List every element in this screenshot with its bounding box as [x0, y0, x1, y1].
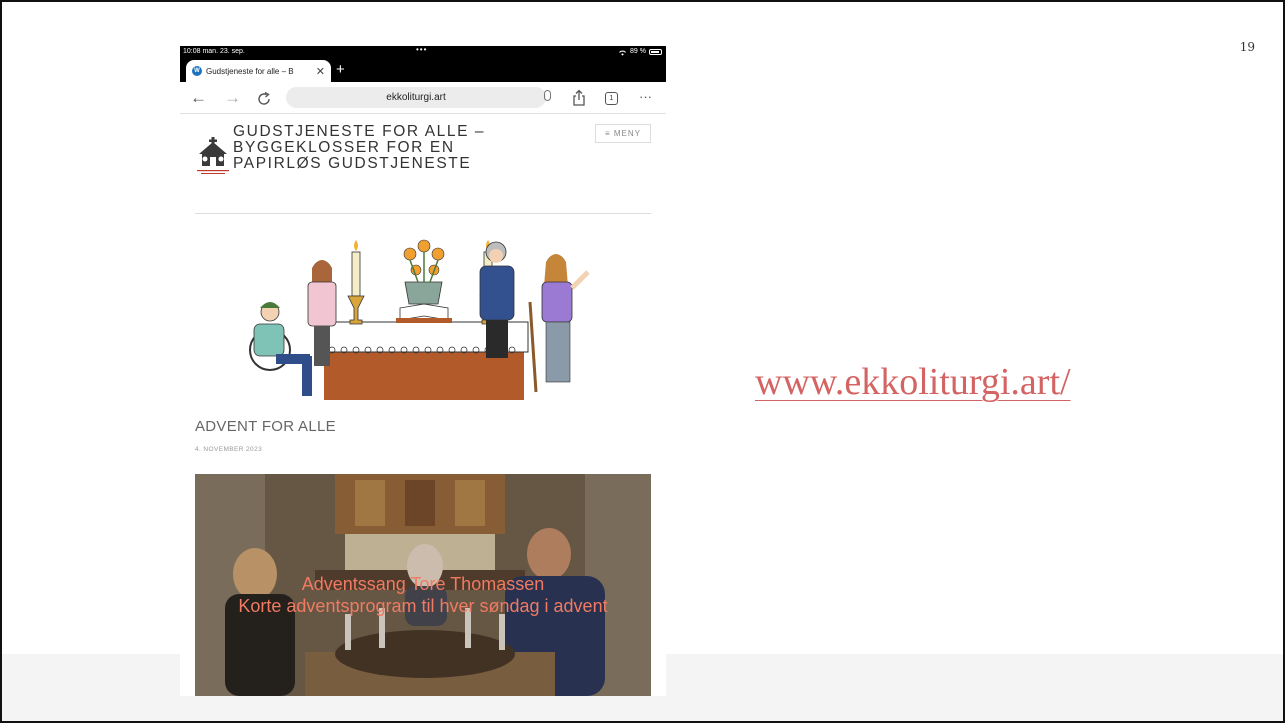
new-tab-button[interactable]: +: [336, 61, 345, 78]
battery-percent: 89 %: [630, 48, 646, 55]
microphone-icon[interactable]: [544, 90, 551, 101]
post-date: 4. NOVEMBER 2023: [195, 446, 263, 453]
reload-icon[interactable]: [256, 91, 272, 107]
hero-illustration: [249, 239, 590, 400]
browser-tab[interactable]: W Gudstjeneste for alle – B ✕: [186, 60, 331, 82]
wordpress-icon: W: [192, 66, 202, 76]
ipad-screenshot: 10:08 man. 23. sep. ••• 89 % W Gudstjene…: [180, 46, 666, 696]
slide-number: 19: [1239, 40, 1255, 54]
slide: 19 www.ekkoliturgi.art/ 10:08 man. 23. s…: [0, 0, 1285, 723]
address-bar[interactable]: ekkoliturgi.art: [286, 87, 546, 108]
wifi-icon: [619, 50, 626, 56]
share-icon[interactable]: [572, 89, 586, 107]
site-header: GUDSTJENESTE FOR ALLE – BYGGEKLOSSER FOR…: [195, 124, 651, 214]
site-title[interactable]: GUDSTJENESTE FOR ALLE – BYGGEKLOSSER FOR…: [233, 124, 533, 172]
tab-title: Gudstjeneste for alle – B: [206, 66, 294, 76]
website-link[interactable]: www.ekkoliturgi.art/: [755, 360, 1071, 404]
status-bar: 10:08 man. 23. sep. ••• 89 %: [180, 46, 666, 58]
forward-icon[interactable]: →: [224, 88, 241, 108]
browser-toolbar: ← → ekkoliturgi.art 1 ···: [180, 82, 666, 114]
multitasking-dots[interactable]: •••: [416, 46, 427, 56]
tabs-overview-icon[interactable]: 1: [605, 92, 618, 105]
status-right: 89 %: [618, 46, 662, 58]
back-icon[interactable]: ←: [190, 88, 207, 108]
url-text: ekkoliturgi.art: [386, 92, 446, 103]
tab-bar: W Gudstjeneste for alle – B ✕ +: [180, 58, 666, 82]
close-icon[interactable]: ✕: [316, 65, 325, 78]
battery-icon: [649, 49, 662, 55]
more-icon[interactable]: ···: [639, 87, 652, 107]
video-thumbnail[interactable]: Adventssang Tore Thomassen Korte advents…: [195, 474, 651, 696]
menu-button[interactable]: ≡ MENY: [595, 124, 651, 143]
status-time: 10:08 man. 23. sep.: [183, 48, 245, 55]
video-caption-subtitle: Korte adventsprogram til hver søndag i a…: [238, 596, 608, 616]
video-caption-title: Adventssang Tore Thomassen: [301, 574, 545, 594]
post-title[interactable]: ADVENT FOR ALLE: [195, 418, 336, 435]
site-logo[interactable]: [195, 136, 231, 180]
